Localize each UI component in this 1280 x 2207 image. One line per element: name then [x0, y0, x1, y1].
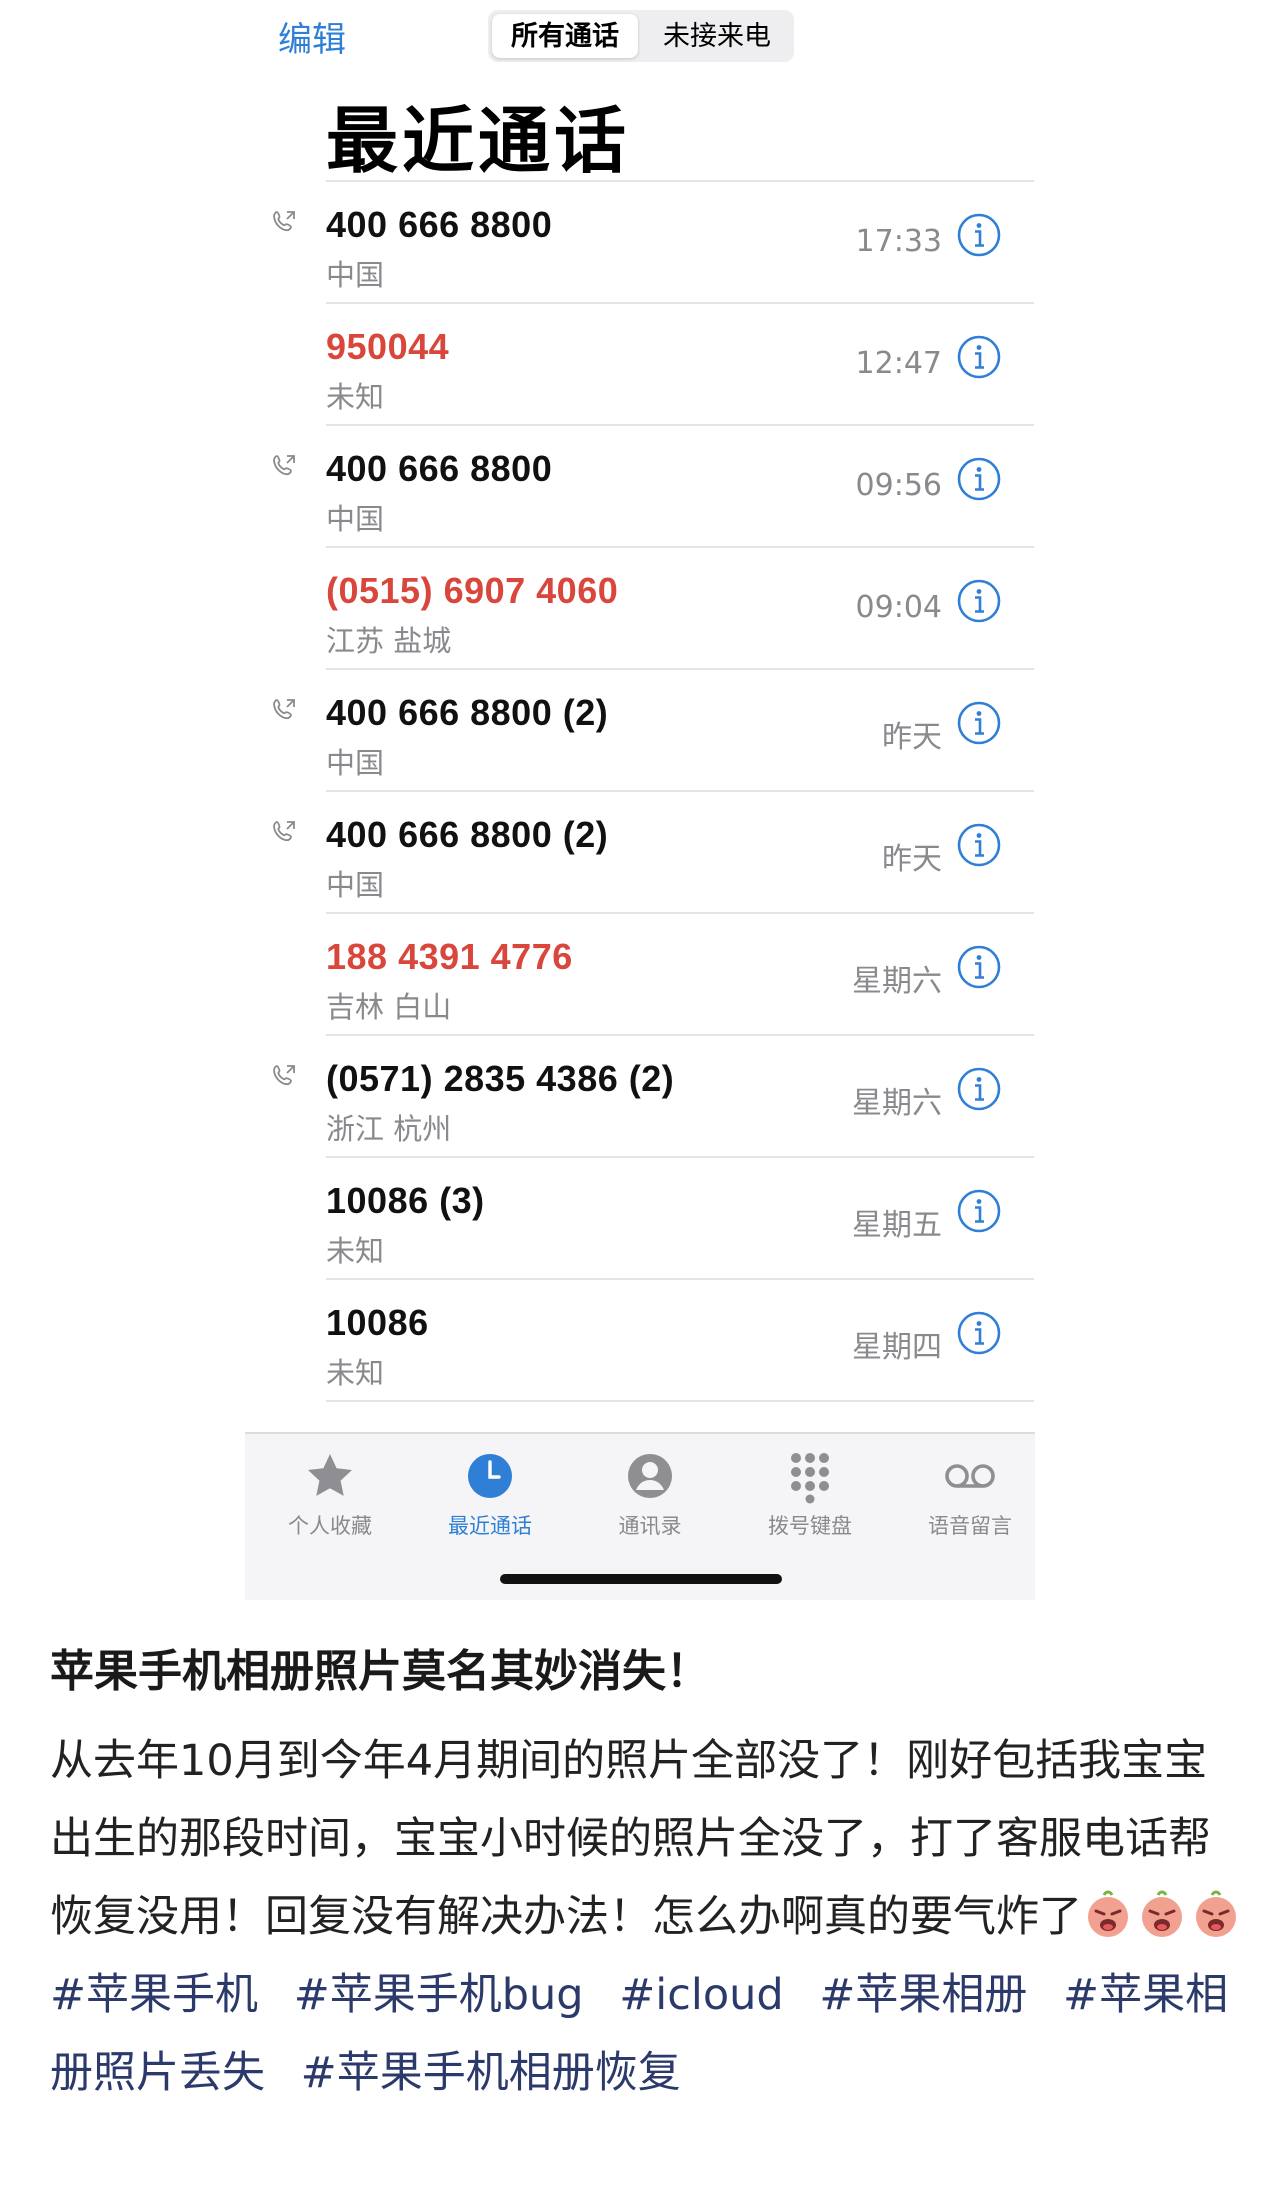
- clock-icon: [462, 1448, 518, 1504]
- call-row[interactable]: 188 4391 4776 吉林 白山 星期六: [326, 914, 1034, 1036]
- post-body-text: 从去年10月到今年4月期间的照片全部没了！刚好包括我宝宝出生的那段时间，宝宝小时…: [50, 1736, 1211, 1942]
- outgoing-call-icon: [270, 208, 298, 236]
- info-icon[interactable]: [956, 944, 1002, 990]
- call-row[interactable]: 10086 未知 星期四: [326, 1280, 1034, 1402]
- hashtag-link[interactable]: #苹果相册: [819, 1970, 1027, 2020]
- emoji-group: [1082, 1890, 1244, 1942]
- page-title: 最近通话: [326, 99, 631, 183]
- tab-contact[interactable]: 通讯录: [575, 1448, 725, 1540]
- segmented-control: 所有通话 未接来电: [488, 10, 794, 62]
- call-location: 中国: [326, 502, 385, 536]
- post: 苹果手机相册照片莫名其妙消失！ 从去年10月到今年4月期间的照片全部没了！刚好包…: [50, 1632, 1250, 2112]
- angry-emoji-icon: [1082, 1888, 1134, 1940]
- call-row[interactable]: 10086 (3) 未知 星期五: [326, 1158, 1034, 1280]
- info-icon[interactable]: [956, 1310, 1002, 1356]
- segment-all-calls[interactable]: 所有通话: [492, 14, 638, 58]
- contact-icon: [622, 1448, 678, 1504]
- outgoing-call-icon: [270, 696, 298, 724]
- hashtag-list: #苹果手机 #苹果手机bug #icloud #苹果相册 #苹果相册照片丢失 #…: [50, 1970, 1228, 2098]
- call-number: 10086 (3): [326, 1180, 485, 1221]
- star-icon: [302, 1448, 358, 1504]
- post-body: 从去年10月到今年4月期间的照片全部没了！刚好包括我宝宝出生的那段时间，宝宝小时…: [50, 1722, 1250, 2112]
- call-time: 星期四: [852, 1330, 942, 1365]
- info-icon[interactable]: [956, 700, 1002, 746]
- call-time: 星期五: [852, 1208, 942, 1243]
- call-location: 中国: [326, 868, 385, 902]
- tab-label: 通讯录: [618, 1514, 682, 1538]
- outgoing-call-icon: [270, 818, 298, 846]
- call-location: 浙江 杭州: [326, 1112, 452, 1146]
- call-number: 400 666 8800 (2): [326, 692, 609, 733]
- keypad-icon: [782, 1448, 838, 1504]
- hashtag-link[interactable]: #icloud: [619, 1970, 783, 2020]
- edit-button[interactable]: 编辑: [278, 12, 346, 61]
- tab-label: 最近通话: [448, 1514, 532, 1538]
- info-icon[interactable]: [956, 578, 1002, 624]
- call-number: 400 666 8800 (2): [326, 814, 609, 855]
- call-number: (0515) 6907 4060: [326, 570, 619, 611]
- tab-star[interactable]: 个人收藏: [255, 1448, 405, 1540]
- call-location: 江苏 盐城: [326, 624, 452, 658]
- call-time: 09:56: [855, 468, 942, 503]
- tab-clock[interactable]: 最近通话: [415, 1448, 565, 1540]
- outgoing-call-icon: [270, 1062, 298, 1090]
- call-row[interactable]: 400 666 8800 中国 09:56: [273, 426, 1034, 548]
- call-number: 400 666 8800: [326, 204, 553, 245]
- call-row[interactable]: 950044 未知 12:47: [326, 304, 1034, 426]
- angry-emoji-icon: [1136, 1888, 1188, 1940]
- call-time: 昨天: [882, 842, 942, 877]
- segment-missed-calls[interactable]: 未接来电: [644, 14, 790, 58]
- angry-emoji-icon: [1190, 1888, 1242, 1940]
- tab-label: 语音留言: [928, 1514, 1012, 1538]
- call-row[interactable]: 400 666 8800 (2) 中国 昨天: [273, 792, 1034, 914]
- call-time: 17:33: [855, 224, 942, 259]
- info-icon[interactable]: [956, 1188, 1002, 1234]
- call-time: 星期六: [852, 1086, 942, 1121]
- call-location: 未知: [326, 1234, 385, 1268]
- hashtag-link[interactable]: #苹果手机bug: [294, 1970, 584, 2020]
- call-row[interactable]: 400 666 8800 中国 17:33: [273, 182, 1034, 304]
- hashtag-link[interactable]: #苹果手机相册恢复: [301, 2048, 681, 2098]
- call-time: 09:04: [855, 590, 942, 625]
- outgoing-call-icon: [270, 452, 298, 480]
- hashtag-link[interactable]: #苹果手机: [50, 1970, 258, 2020]
- call-row[interactable]: (0515) 6907 4060 江苏 盐城 09:04: [326, 548, 1034, 670]
- post-title: 苹果手机相册照片莫名其妙消失！: [50, 1646, 710, 1697]
- call-number: (0571) 2835 4386 (2): [326, 1058, 675, 1099]
- voicemail-icon: [942, 1448, 998, 1504]
- tab-keypad[interactable]: 拨号键盘: [735, 1448, 885, 1540]
- info-icon[interactable]: [956, 334, 1002, 380]
- call-number: 188 4391 4776: [326, 936, 573, 977]
- call-location: 未知: [326, 380, 385, 414]
- home-indicator: [500, 1574, 782, 1584]
- call-location: 未知: [326, 1356, 385, 1390]
- call-number: 950044: [326, 326, 450, 367]
- call-time: 12:47: [855, 346, 942, 381]
- call-row[interactable]: (0571) 2835 4386 (2) 浙江 杭州 星期六: [273, 1036, 1034, 1158]
- tab-label: 拨号键盘: [768, 1514, 852, 1538]
- info-icon[interactable]: [956, 1066, 1002, 1112]
- info-icon[interactable]: [956, 212, 1002, 258]
- call-time: 昨天: [882, 720, 942, 755]
- call-location: 吉林 白山: [326, 990, 452, 1024]
- call-number: 10086: [326, 1302, 429, 1343]
- info-icon[interactable]: [956, 456, 1002, 502]
- call-location: 中国: [326, 746, 385, 780]
- info-icon[interactable]: [956, 822, 1002, 868]
- call-time: 星期六: [852, 964, 942, 999]
- tab-label: 个人收藏: [288, 1514, 372, 1538]
- tab-voicemail[interactable]: 语音留言: [895, 1448, 1045, 1540]
- recent-calls-list: 400 666 8800 中国 17:33 950044 未知 12:47 400 666 …: [273, 180, 1034, 1402]
- call-location: 中国: [326, 258, 385, 292]
- call-number: 400 666 8800: [326, 448, 553, 489]
- call-row[interactable]: 400 666 8800 (2) 中国 昨天: [273, 670, 1034, 792]
